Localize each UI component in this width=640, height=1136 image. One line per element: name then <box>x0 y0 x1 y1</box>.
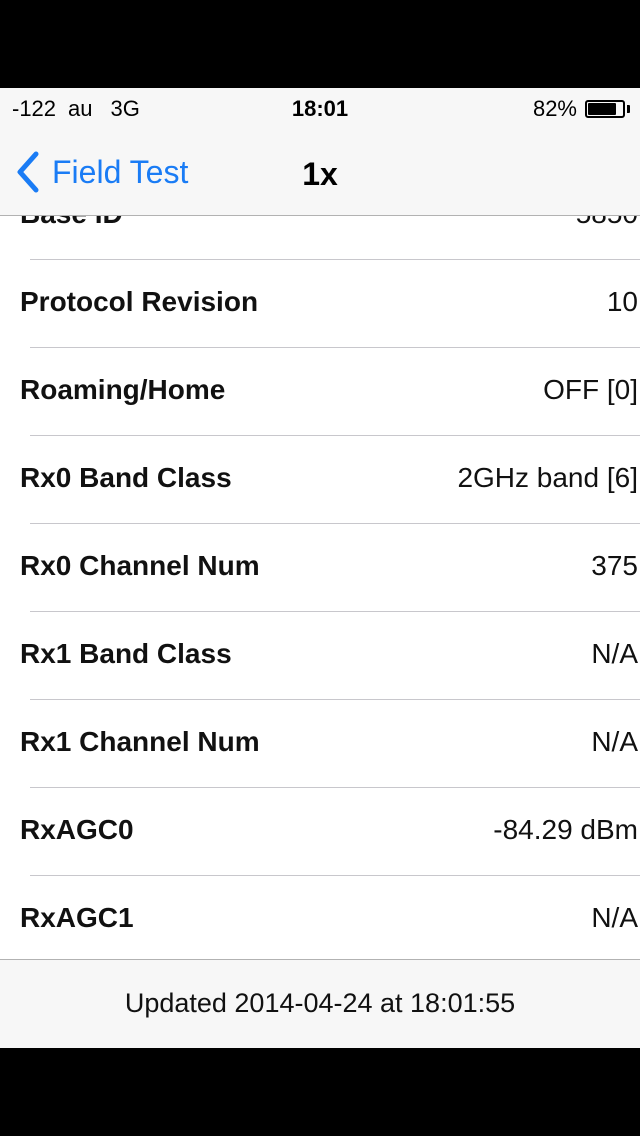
battery-fill <box>588 103 616 115</box>
row-label: Rx0 Channel Num <box>20 550 260 581</box>
row-label: Roaming/Home <box>20 374 226 405</box>
bottom-letterbox <box>0 1048 640 1136</box>
field-test-list[interactable]: Base ID 5850 Protocol Revision 10 Roamin… <box>0 172 640 964</box>
list-item[interactable]: Rx0 Channel Num 375 <box>0 524 640 612</box>
row-label: Rx1 Channel Num <box>20 726 260 757</box>
battery-percent: 82% <box>532 96 577 121</box>
page-title: 1x <box>302 156 338 192</box>
row-value: 2GHz band [6] <box>457 462 638 493</box>
row-value: 375 <box>591 550 638 581</box>
list-item[interactable]: Roaming/Home OFF [0] <box>0 348 640 436</box>
row-label: Protocol Revision <box>20 286 259 317</box>
row-value: N/A <box>591 902 638 933</box>
battery-tip <box>627 105 630 113</box>
list-item[interactable]: Rx1 Channel Num N/A <box>0 700 640 788</box>
footer-toolbar: Updated 2014-04-24 at 18:01:55 <box>0 959 640 1048</box>
row-value: 10 <box>606 286 638 317</box>
row-value: OFF [0] <box>543 374 638 405</box>
row-label: RxAGC0 <box>20 814 134 845</box>
row-value: N/A <box>591 726 638 757</box>
list-item[interactable]: Protocol Revision 10 <box>0 260 640 348</box>
row-value: N/A <box>591 638 638 669</box>
navigation-bar: Field Test 1x <box>0 128 640 216</box>
row-label: Rx0 Band Class <box>20 462 232 493</box>
battery-status: 82% <box>533 96 630 122</box>
row-label: Rx1 Band Class <box>20 638 232 669</box>
battery-icon <box>585 100 625 118</box>
row-label: RxAGC1 <box>20 902 134 933</box>
phone-screen: Base ID 5850 Protocol Revision 10 Roamin… <box>0 88 640 1048</box>
list-item[interactable]: Rx0 Band Class 2GHz band [6] <box>0 436 640 524</box>
top-letterbox <box>0 0 640 88</box>
row-value: -84.29 dBm <box>493 814 638 845</box>
list-item[interactable]: RxAGC0 -84.29 dBm <box>0 788 640 876</box>
status-bar: -122 au 3G 18:01 82% <box>0 88 640 128</box>
last-updated-text: Updated 2014-04-24 at 18:01:55 <box>124 988 516 1018</box>
list-item[interactable]: RxAGC1 N/A <box>0 876 640 964</box>
list-item[interactable]: Rx1 Band Class N/A <box>0 612 640 700</box>
